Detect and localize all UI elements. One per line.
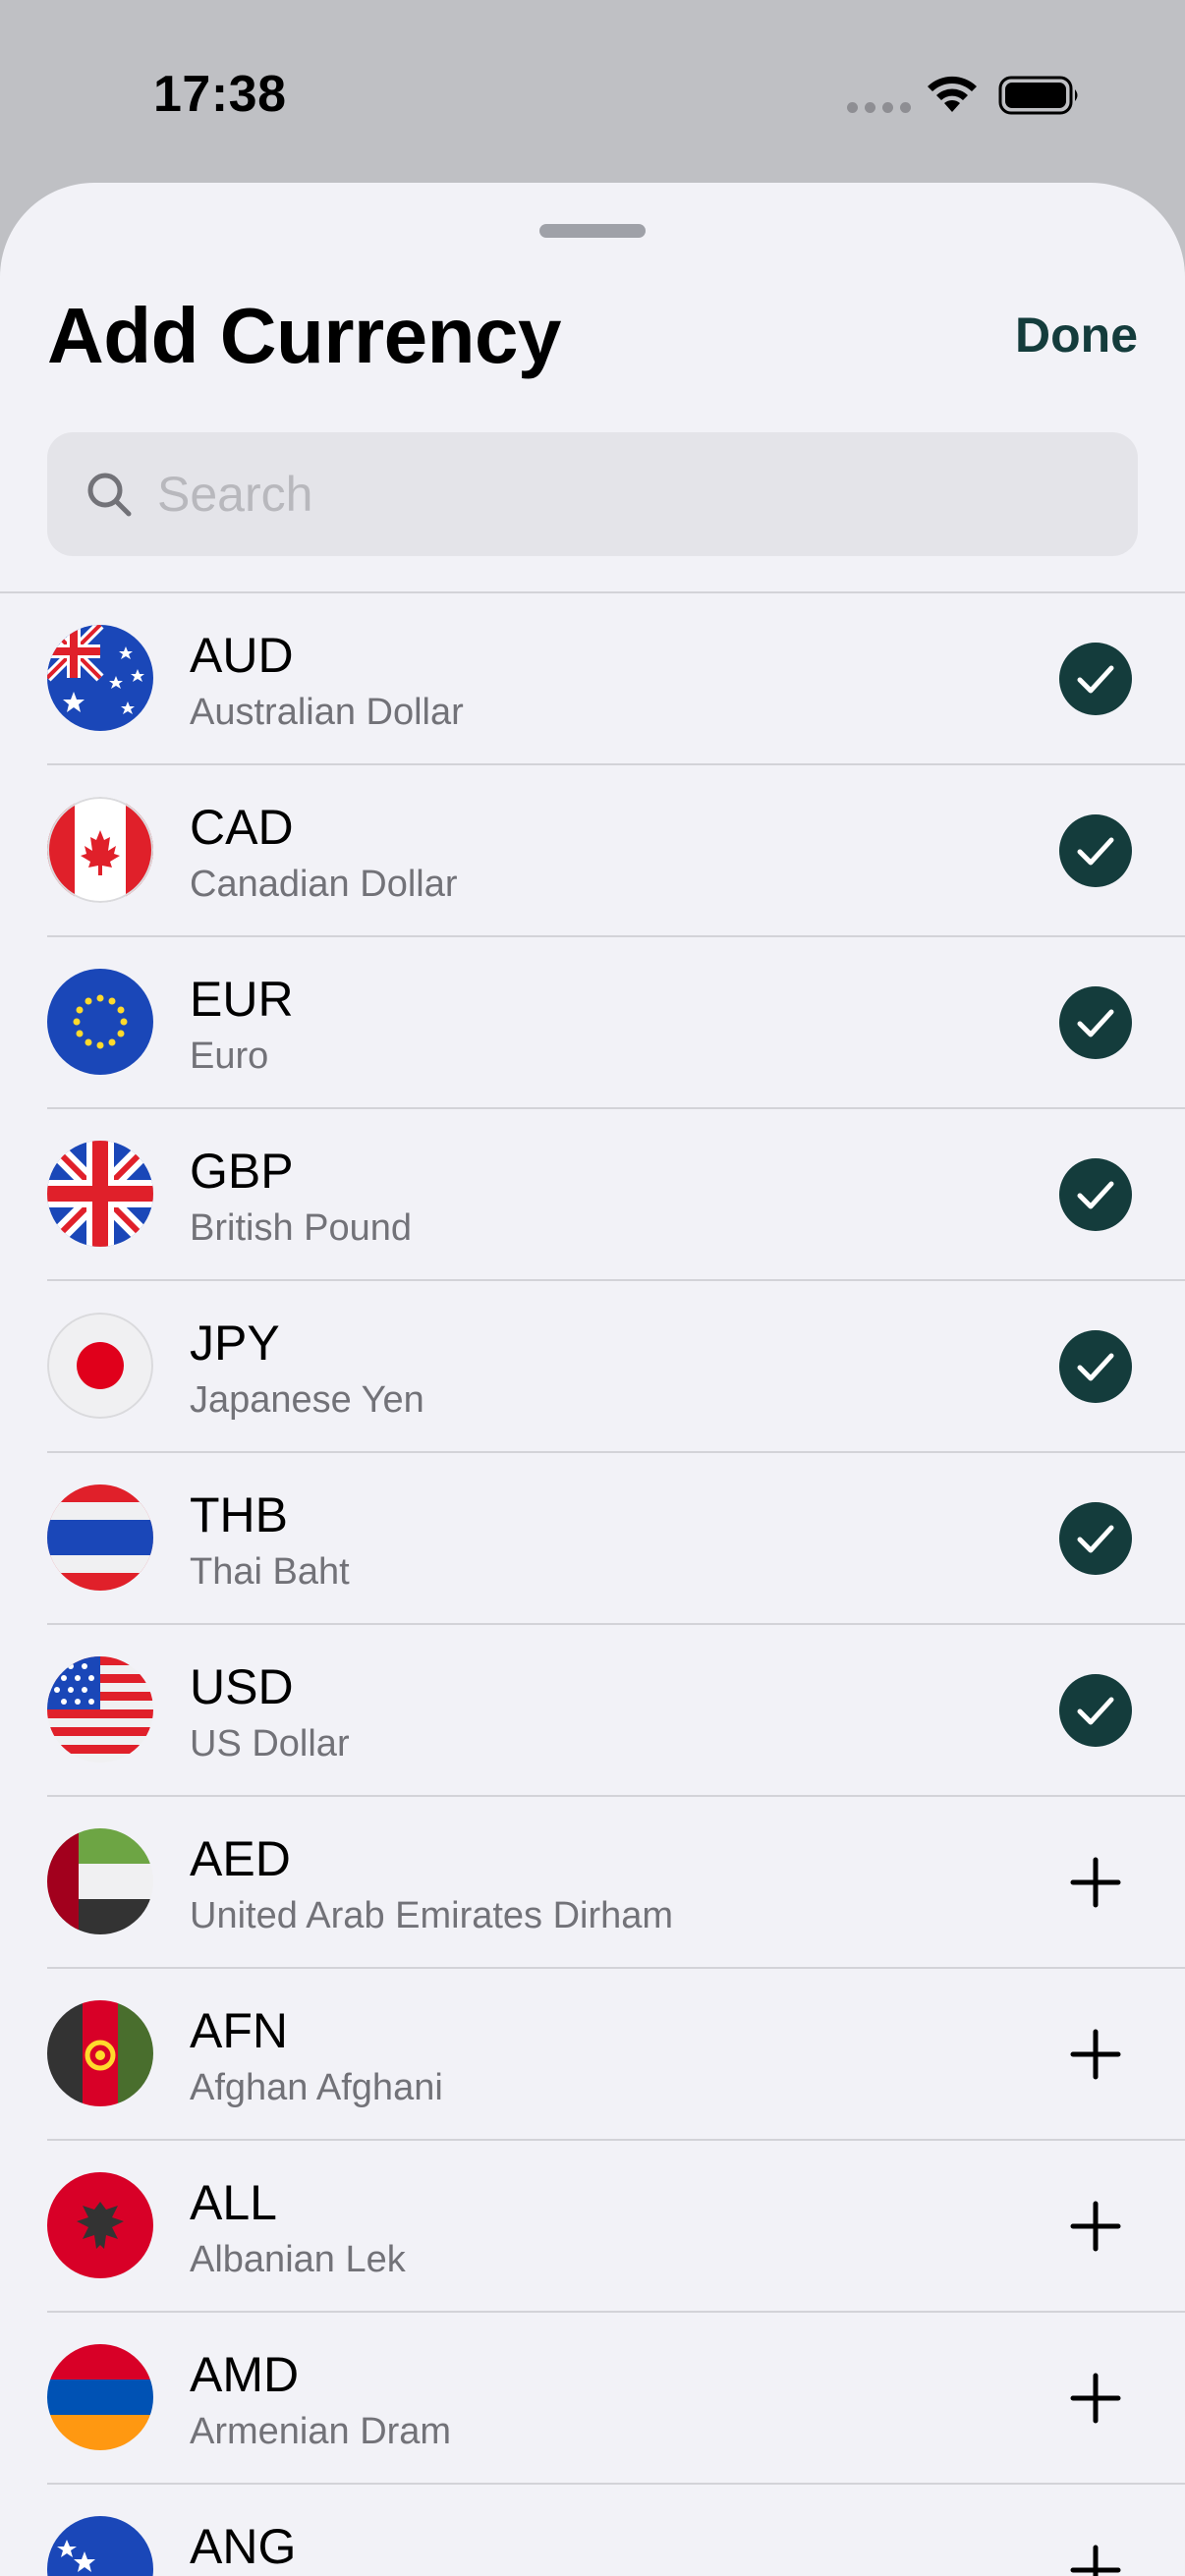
plus-icon[interactable] [1059, 1846, 1132, 1919]
wifi-icon [928, 76, 977, 112]
currency-name: Armenian Dram [190, 2411, 452, 2452]
usa-flag-icon [47, 1656, 153, 1763]
search-input[interactable] [157, 466, 1042, 523]
status-bar: 17:38 [0, 0, 1185, 187]
eu-flag-icon [47, 969, 153, 1075]
currency-name: Euro [190, 1036, 269, 1077]
currency-name: US Dollar [190, 1723, 350, 1764]
plus-icon[interactable] [1059, 2534, 1132, 2576]
afghanistan-flag-icon [47, 2000, 153, 2106]
currency-name: United Arab Emirates Dirham [190, 1895, 674, 1936]
currency-row-usd[interactable]: USD US Dollar [0, 1625, 1185, 1797]
currency-code: AED [190, 1831, 291, 1886]
checkmark-icon[interactable] [1059, 1158, 1132, 1231]
currency-code: AFN [190, 2003, 288, 2058]
currency-row-ang[interactable]: ANG [0, 2485, 1185, 2576]
currency-row-cad[interactable]: CAD Canadian Dollar [0, 765, 1185, 937]
currency-code: ANG [190, 2519, 297, 2574]
uae-flag-icon [47, 1828, 153, 1934]
checkmark-icon[interactable] [1059, 814, 1132, 887]
done-button[interactable]: Done [1015, 307, 1138, 364]
checkmark-icon[interactable] [1059, 643, 1132, 715]
currency-name: Afghan Afghani [190, 2067, 443, 2108]
currency-code: EUR [190, 972, 294, 1027]
currency-row-gbp[interactable]: GBP British Pound [0, 1109, 1185, 1281]
albania-flag-icon [47, 2172, 153, 2278]
currency-name: Australian Dollar [190, 692, 464, 733]
checkmark-icon[interactable] [1059, 1674, 1132, 1747]
currency-code: THB [190, 1487, 288, 1542]
currency-code: JPY [190, 1316, 280, 1371]
currency-row-jpy[interactable]: JPY Japanese Yen [0, 1281, 1185, 1453]
currency-name: Thai Baht [190, 1551, 350, 1593]
currency-row-all[interactable]: ALL Albanian Lek [0, 2141, 1185, 2313]
checkmark-icon[interactable] [1059, 986, 1132, 1059]
japan-flag-icon [47, 1313, 153, 1419]
status-time: 17:38 [153, 66, 287, 123]
currency-row-amd[interactable]: AMD Armenian Dram [0, 2313, 1185, 2485]
currency-name: Canadian Dollar [190, 864, 458, 905]
currency-code: GBP [190, 1144, 294, 1199]
curacao-flag-icon [47, 2516, 153, 2576]
cellular-signal-icon [847, 102, 911, 113]
checkmark-icon[interactable] [1059, 1502, 1132, 1575]
currency-name: Japanese Yen [190, 1379, 424, 1421]
currency-code: CAD [190, 800, 294, 855]
currency-name: Albanian Lek [190, 2239, 406, 2280]
currency-row-afn[interactable]: AFN Afghan Afghani [0, 1969, 1185, 2141]
currency-list: AUD Australian Dollar CAD Canadian Dolla… [0, 593, 1185, 2576]
currency-row-aed[interactable]: AED United Arab Emirates Dirham [0, 1797, 1185, 1969]
sheet-grabber[interactable] [539, 224, 646, 238]
plus-icon[interactable] [1059, 2190, 1132, 2263]
currency-name: British Pound [190, 1207, 413, 1249]
currency-code: ALL [190, 2175, 277, 2230]
search-icon [87, 473, 132, 517]
plus-icon[interactable] [1059, 2018, 1132, 2091]
thailand-flag-icon [47, 1484, 153, 1591]
currency-code: AMD [190, 2347, 300, 2402]
currency-code: AUD [190, 628, 294, 683]
currency-code: USD [190, 1659, 294, 1714]
currency-row-eur[interactable]: EUR Euro [0, 937, 1185, 1109]
search-bar[interactable] [47, 432, 1138, 556]
uk-flag-icon [47, 1141, 153, 1247]
armenia-flag-icon [47, 2344, 153, 2450]
australia-flag-icon [47, 625, 153, 731]
battery-icon [998, 76, 1078, 115]
sheet-title: Add Currency [47, 292, 561, 379]
checkmark-icon[interactable] [1059, 1330, 1132, 1403]
currency-row-thb[interactable]: THB Thai Baht [0, 1453, 1185, 1625]
plus-icon[interactable] [1059, 2362, 1132, 2435]
canada-flag-icon [47, 797, 153, 903]
add-currency-sheet: Add Currency Done Search AUD Australian … [0, 183, 1185, 2576]
currency-row-aud[interactable]: AUD Australian Dollar [0, 593, 1185, 765]
